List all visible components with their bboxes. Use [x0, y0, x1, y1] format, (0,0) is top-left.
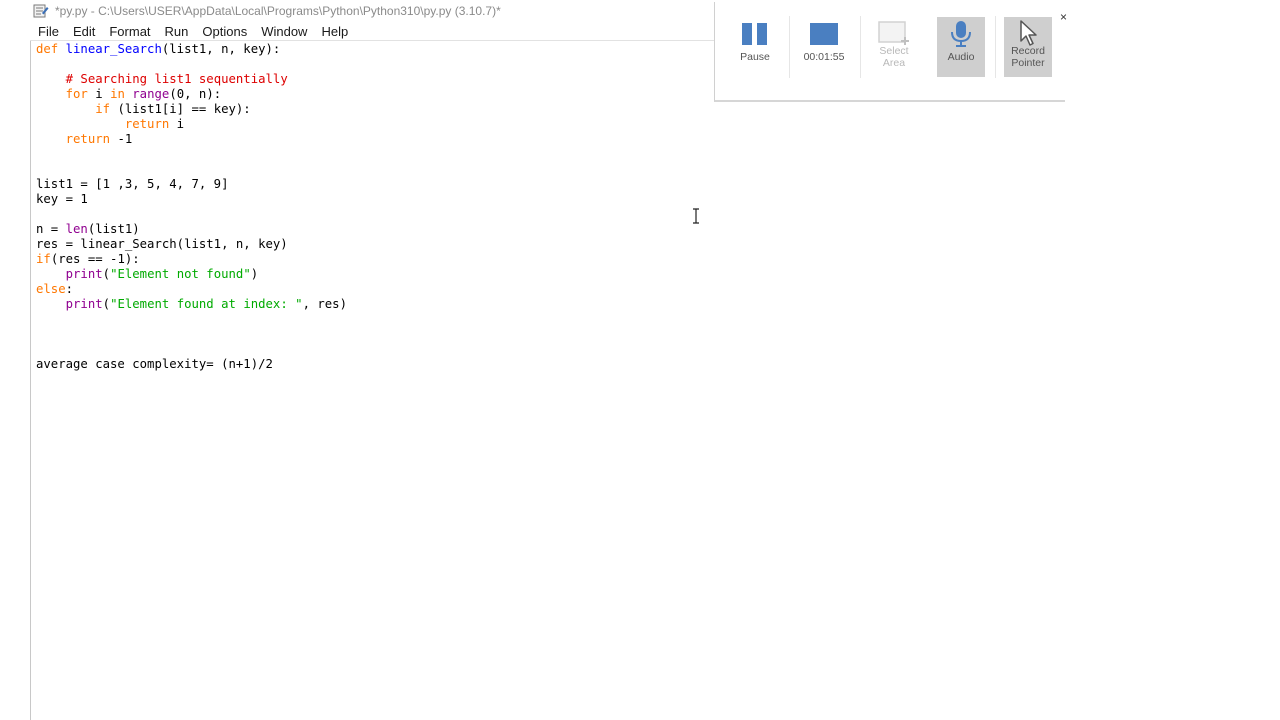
code-line: average case complexity= (n+1)/2 — [36, 357, 706, 372]
code-token: , res) — [302, 297, 347, 311]
select-area-label-2: Area — [882, 57, 906, 69]
title-bar: *py.py - C:\Users\USER\AppData\Local\Pro… — [0, 0, 1280, 22]
code-token: -1 — [110, 132, 133, 146]
recorder-separator — [860, 16, 861, 78]
code-token: ( — [102, 267, 111, 281]
code-line: key = 1 — [36, 192, 706, 207]
code-token: i — [87, 87, 111, 101]
editor-top-border — [30, 40, 720, 41]
code-token: range — [132, 87, 170, 101]
menu-edit[interactable]: Edit — [66, 24, 102, 39]
audio-label: Audio — [947, 51, 975, 63]
code-editor[interactable]: def linear_Search(list1, n, key): # Sear… — [36, 42, 706, 712]
select-area-icon — [878, 21, 909, 45]
window-title: *py.py - C:\Users\USER\AppData\Local\Pro… — [55, 4, 501, 18]
menu-run[interactable]: Run — [158, 24, 196, 39]
code-token: if — [36, 252, 51, 266]
code-token: "Element found at index: " — [110, 297, 303, 311]
code-line: def linear_Search(list1, n, key): — [36, 42, 706, 57]
code-line: for i in range(0, n): — [36, 87, 706, 102]
microphone-icon — [951, 21, 971, 47]
code-line: return i — [36, 117, 706, 132]
menu-help[interactable]: Help — [314, 24, 355, 39]
code-token: average case complexity= (n+1)/2 — [36, 357, 273, 371]
code-token: return — [65, 132, 111, 146]
code-line: if(res == -1): — [36, 252, 706, 267]
code-line: print("Element not found") — [36, 267, 706, 282]
screen-recorder-toolbar: Pause 00:01:55 Select Area Audio Record … — [714, 2, 1067, 102]
text-cursor-icon — [693, 208, 699, 224]
audio-toggle-button[interactable]: Audio — [937, 17, 985, 77]
code-token: list1 = [1 ,3, 5, 4, 7, 9] — [36, 177, 229, 191]
code-token: key = 1 — [36, 192, 88, 206]
code-line: if (list1[i] == key): — [36, 102, 706, 117]
code-token: for — [65, 87, 88, 101]
pointer-icon — [1020, 20, 1037, 46]
stop-icon — [810, 23, 838, 45]
menu-bar: File Edit Format Run Options Window Help — [31, 22, 731, 40]
code-token: : — [65, 282, 74, 296]
code-line: return -1 — [36, 132, 706, 147]
code-token: n = — [36, 222, 66, 236]
editor-left-border — [30, 40, 31, 720]
code-line: else: — [36, 282, 706, 297]
code-token: i — [169, 117, 185, 131]
code-token: res = linear_Search(list1, n, key) — [36, 237, 288, 251]
menu-format[interactable]: Format — [102, 24, 157, 39]
code-line: print("Element found at index: ", res) — [36, 297, 706, 312]
record-pointer-button[interactable]: Record Pointer — [1004, 17, 1052, 77]
recorder-separator — [789, 16, 790, 78]
stop-button[interactable]: 00:01:55 — [800, 17, 848, 77]
code-token: return — [124, 117, 170, 131]
code-token: if — [95, 102, 111, 116]
idle-file-icon — [33, 4, 49, 18]
code-token: ) — [250, 267, 259, 281]
record-pointer-label-2: Pointer — [1011, 57, 1045, 69]
code-token: in — [110, 87, 125, 101]
code-token: print — [65, 267, 103, 281]
code-token: (list1[i] == key): — [110, 102, 251, 116]
code-token: len — [65, 222, 88, 236]
code-token: # Searching list1 sequentially — [65, 72, 288, 86]
code-token: linear_Search — [65, 42, 162, 56]
code-token: (0, n): — [169, 87, 222, 101]
code-token: "Element not found" — [110, 267, 251, 281]
code-line: res = linear_Search(list1, n, key) — [36, 237, 706, 252]
recorder-separator — [995, 16, 996, 78]
menu-window[interactable]: Window — [254, 24, 314, 39]
code-line: n = len(list1) — [36, 222, 706, 237]
code-token: print — [65, 297, 103, 311]
code-token: (list1, n, key): — [161, 42, 281, 56]
pause-button[interactable]: Pause — [731, 17, 779, 77]
recording-timer: 00:01:55 — [803, 51, 845, 63]
pause-label: Pause — [740, 51, 770, 63]
code-token: (res == -1): — [50, 252, 140, 266]
code-token: else — [36, 282, 66, 296]
code-token: ( — [102, 297, 111, 311]
close-icon[interactable]: × — [1060, 10, 1067, 24]
select-area-button[interactable]: Select Area — [870, 17, 918, 77]
menu-file[interactable]: File — [31, 24, 66, 39]
code-token: def — [36, 42, 59, 56]
menu-options[interactable]: Options — [195, 24, 254, 39]
code-line: # Searching list1 sequentially — [36, 72, 706, 87]
code-line: list1 = [1 ,3, 5, 4, 7, 9] — [36, 177, 706, 192]
pause-icon — [742, 23, 767, 45]
code-token: (list1) — [87, 222, 140, 236]
